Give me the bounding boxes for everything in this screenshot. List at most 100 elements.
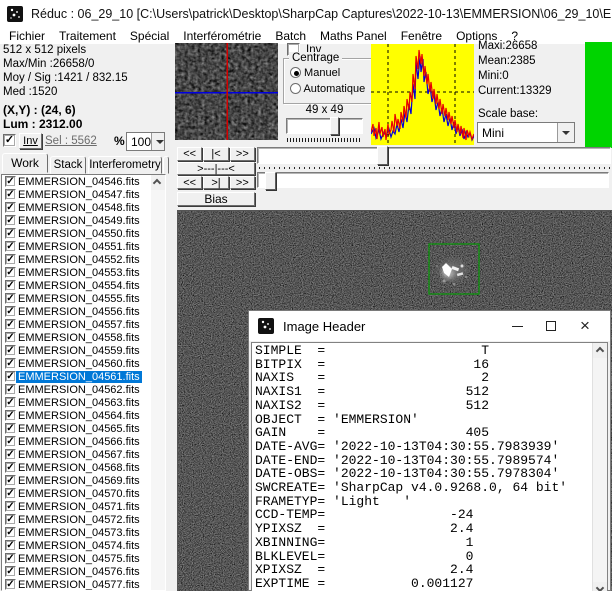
zoom-thumbnail[interactable] bbox=[175, 43, 278, 140]
file-list-item[interactable]: ✓EMMERSION_04565.fits bbox=[2, 422, 165, 435]
box-size-slider-track[interactable] bbox=[286, 118, 363, 134]
file-checkbox[interactable]: ✓ bbox=[5, 332, 16, 343]
file-checkbox[interactable]: ✓ bbox=[5, 527, 16, 538]
tab-stack[interactable]: Stack bbox=[50, 156, 86, 174]
file-checkbox[interactable]: ✓ bbox=[5, 566, 16, 577]
file-checkbox[interactable]: ✓ bbox=[5, 293, 16, 304]
file-list-item[interactable]: ✓EMMERSION_04553.fits bbox=[2, 266, 165, 279]
dialog-maximize-button[interactable] bbox=[534, 311, 568, 341]
file-list-item[interactable]: ✓EMMERSION_04576.fits bbox=[2, 565, 165, 578]
file-list-item[interactable]: ✓EMMERSION_04577.fits bbox=[2, 578, 165, 591]
file-checkbox[interactable]: ✓ bbox=[5, 228, 16, 239]
file-list-item[interactable]: ✓EMMERSION_04560.fits bbox=[2, 357, 165, 370]
nav-button[interactable]: << bbox=[177, 147, 202, 161]
tab-work[interactable]: Work bbox=[2, 153, 48, 173]
menu-item-fen-tre[interactable]: Fenêtre bbox=[394, 29, 449, 43]
file-list-item[interactable]: ✓EMMERSION_04561.fits bbox=[2, 370, 165, 383]
file-list-item[interactable]: ✓EMMERSION_04556.fits bbox=[2, 305, 165, 318]
file-list-item[interactable]: ✓EMMERSION_04547.fits bbox=[2, 188, 165, 201]
inv-checkbox[interactable]: ✓ bbox=[3, 134, 16, 147]
file-list-item[interactable]: ✓EMMERSION_04568.fits bbox=[2, 461, 165, 474]
file-list-item[interactable]: ✓EMMERSION_04557.fits bbox=[2, 318, 165, 331]
file-list-item[interactable]: ✓EMMERSION_04551.fits bbox=[2, 240, 165, 253]
tab-partial[interactable] bbox=[163, 156, 169, 174]
centering-option-manuel[interactable]: Manuel bbox=[290, 67, 371, 83]
file-list-item[interactable]: ✓EMMERSION_04564.fits bbox=[2, 409, 165, 422]
file-list-item[interactable]: ✓EMMERSION_04550.fits bbox=[2, 227, 165, 240]
box-size-slider-thumb[interactable] bbox=[330, 117, 339, 135]
file-checkbox[interactable]: ✓ bbox=[5, 488, 16, 499]
secondary-slider-thumb[interactable] bbox=[265, 172, 276, 190]
file-checkbox[interactable]: ✓ bbox=[5, 345, 16, 356]
scale-base-dropdown-arrow-icon[interactable] bbox=[557, 123, 574, 142]
file-list-item[interactable]: ✓EMMERSION_04558.fits bbox=[2, 331, 165, 344]
file-list-item[interactable]: ✓EMMERSION_04575.fits bbox=[2, 552, 165, 565]
sel-count-link[interactable]: Sel : 5562 bbox=[45, 135, 97, 147]
file-list-item[interactable]: ✓EMMERSION_04563.fits bbox=[2, 396, 165, 409]
file-checkbox[interactable]: ✓ bbox=[5, 475, 16, 486]
dialog-vertical-scrollbar[interactable] bbox=[592, 343, 607, 591]
file-list-item[interactable]: ✓EMMERSION_04548.fits bbox=[2, 201, 165, 214]
file-checkbox[interactable]: ✓ bbox=[5, 358, 16, 369]
scale-base-combobox[interactable]: Mini bbox=[477, 122, 575, 143]
radio-icon[interactable] bbox=[290, 83, 301, 94]
centering-option-automatique[interactable]: Automatique bbox=[290, 83, 371, 99]
file-checkbox[interactable]: ✓ bbox=[5, 306, 16, 317]
menu-item-batch[interactable]: Batch bbox=[268, 29, 313, 43]
nav-button[interactable]: >---|---< bbox=[177, 162, 255, 175]
file-list-item[interactable]: ✓EMMERSION_04570.fits bbox=[2, 487, 165, 500]
dialog-minimize-button[interactable] bbox=[500, 311, 534, 341]
dialog-scroll-down-icon[interactable] bbox=[593, 582, 608, 591]
inv-button[interactable]: Inv bbox=[19, 133, 42, 149]
file-checkbox[interactable]: ✓ bbox=[5, 241, 16, 252]
file-list-item[interactable]: ✓EMMERSION_04567.fits bbox=[2, 448, 165, 461]
file-checkbox[interactable]: ✓ bbox=[5, 176, 16, 187]
file-checkbox[interactable]: ✓ bbox=[5, 462, 16, 473]
scroll-up-icon[interactable] bbox=[151, 175, 165, 190]
file-list-scrollbar[interactable] bbox=[151, 175, 165, 590]
file-list-item[interactable]: ✓EMMERSION_04571.fits bbox=[2, 500, 165, 513]
file-list-item[interactable]: ✓EMMERSION_04566.fits bbox=[2, 435, 165, 448]
dialog-scroll-up-icon[interactable] bbox=[593, 343, 608, 358]
secondary-slider-track[interactable] bbox=[257, 172, 609, 188]
file-checkbox[interactable]: ✓ bbox=[5, 410, 16, 421]
menu-item-sp-cial[interactable]: Spécial bbox=[123, 29, 176, 43]
file-checkbox[interactable]: ✓ bbox=[5, 267, 16, 278]
nav-button[interactable]: >> bbox=[230, 147, 255, 161]
nav-button[interactable]: >| bbox=[203, 176, 228, 189]
menu-item-fichier[interactable]: Fichier bbox=[2, 29, 52, 43]
file-list-item[interactable]: ✓EMMERSION_04574.fits bbox=[2, 539, 165, 552]
file-list-item[interactable]: ✓EMMERSION_04549.fits bbox=[2, 214, 165, 227]
file-checkbox[interactable]: ✓ bbox=[5, 371, 16, 382]
file-checkbox[interactable]: ✓ bbox=[5, 215, 16, 226]
bias-button[interactable]: Bias bbox=[177, 192, 255, 206]
file-checkbox[interactable]: ✓ bbox=[5, 553, 16, 564]
file-checkbox[interactable]: ✓ bbox=[5, 540, 16, 551]
file-checkbox[interactable]: ✓ bbox=[5, 254, 16, 265]
menu-item-interf-rom-trie[interactable]: Interférométrie bbox=[176, 29, 268, 43]
file-checkbox[interactable]: ✓ bbox=[5, 514, 16, 525]
file-checkbox[interactable]: ✓ bbox=[5, 189, 16, 200]
file-checkbox[interactable]: ✓ bbox=[5, 202, 16, 213]
file-list-item[interactable]: ✓EMMERSION_04569.fits bbox=[2, 474, 165, 487]
file-checkbox[interactable]: ✓ bbox=[5, 319, 16, 330]
file-list-item[interactable]: ✓EMMERSION_04555.fits bbox=[2, 292, 165, 305]
file-list-item[interactable]: ✓EMMERSION_04572.fits bbox=[2, 513, 165, 526]
nav-button[interactable]: |< bbox=[203, 147, 228, 161]
nav-button[interactable]: << bbox=[177, 176, 202, 189]
file-list-item[interactable]: ✓EMMERSION_04562.fits bbox=[2, 383, 165, 396]
file-list-item[interactable]: ✓EMMERSION_04546.fits bbox=[2, 175, 165, 188]
dialog-close-button[interactable]: × bbox=[568, 311, 602, 341]
file-checkbox[interactable]: ✓ bbox=[5, 423, 16, 434]
menu-item-maths-panel[interactable]: Maths Panel bbox=[313, 29, 394, 43]
file-checkbox[interactable]: ✓ bbox=[5, 579, 16, 590]
nav-button[interactable]: >> bbox=[230, 176, 255, 189]
file-checkbox[interactable]: ✓ bbox=[5, 397, 16, 408]
file-checkbox[interactable]: ✓ bbox=[5, 501, 16, 512]
file-list-item[interactable]: ✓EMMERSION_04552.fits bbox=[2, 253, 165, 266]
tab-interferometry[interactable]: Interferometry bbox=[88, 156, 162, 174]
dialog-title-bar[interactable]: Image Header × bbox=[249, 311, 610, 341]
file-checkbox[interactable]: ✓ bbox=[5, 280, 16, 291]
file-checkbox[interactable]: ✓ bbox=[5, 449, 16, 460]
file-list-item[interactable]: ✓EMMERSION_04554.fits bbox=[2, 279, 165, 292]
